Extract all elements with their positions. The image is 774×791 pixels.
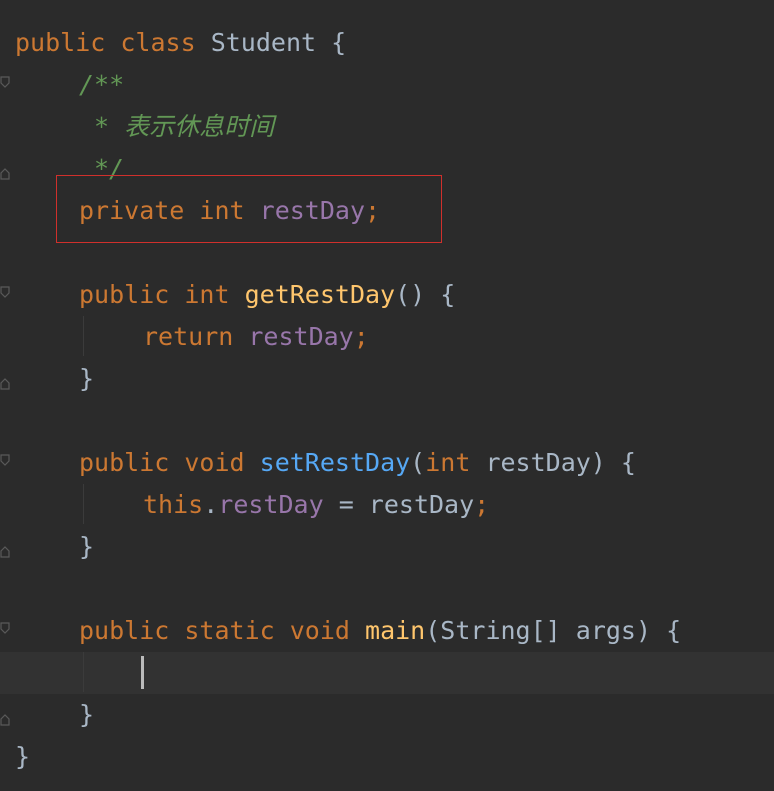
keyword: int — [425, 448, 471, 477]
code-line-class-close[interactable]: } — [15, 736, 30, 778]
keyword: int — [184, 280, 230, 309]
fold-icon[interactable] — [0, 160, 10, 180]
keyword: public — [79, 616, 170, 645]
indent-guide — [83, 484, 84, 524]
doc-comment: * 表示休息时间 — [94, 112, 275, 141]
keyword: static — [184, 616, 275, 645]
field-name: restDay — [248, 322, 354, 351]
keyword: public — [79, 280, 170, 309]
text-caret — [141, 656, 144, 689]
code-line-main-declaration[interactable]: public static void main(String[] args) { — [79, 610, 681, 652]
field-name: restDay — [218, 490, 324, 519]
keyword: void — [289, 616, 350, 645]
brace: } — [79, 700, 95, 729]
code-line-getter-close[interactable]: } — [79, 358, 94, 400]
brace: } — [15, 742, 31, 771]
paren: ( — [410, 448, 426, 477]
method-name: setRestDay — [259, 448, 411, 477]
code-editor[interactable]: public class Student { /** * 表示休息时间 */ p… — [0, 0, 774, 791]
keyword: public — [15, 28, 106, 57]
fold-icon[interactable] — [0, 622, 10, 642]
method-params: restDay) { — [485, 448, 636, 477]
annotation-highlight-box — [56, 175, 442, 243]
fold-icon[interactable] — [0, 706, 10, 726]
keyword: public — [79, 448, 170, 477]
indent-guide — [83, 316, 84, 356]
fold-icon[interactable] — [0, 286, 10, 306]
doc-comment: /** — [79, 70, 125, 99]
semicolon: ; — [474, 490, 490, 519]
keyword: return — [143, 322, 234, 351]
brace: { — [331, 28, 347, 57]
fold-icon[interactable] — [0, 370, 10, 390]
keyword: class — [120, 28, 196, 57]
indent-guide — [83, 652, 84, 692]
method-name: main — [365, 616, 426, 645]
code-line-getter-body[interactable]: return restDay; — [143, 316, 369, 358]
code-line-setter-body[interactable]: this.restDay = restDay; — [143, 484, 489, 526]
class-name: Student — [210, 28, 317, 57]
fold-icon[interactable] — [0, 454, 10, 474]
method-params: (String[] args) { — [425, 616, 682, 645]
fold-icon[interactable] — [0, 538, 10, 558]
dot: . — [203, 490, 219, 519]
fold-icon[interactable] — [0, 76, 10, 96]
code-line-getter-declaration[interactable]: public int getRestDay() { — [79, 274, 455, 316]
method-params: () { — [395, 280, 456, 309]
brace: } — [79, 532, 95, 561]
keyword: this — [143, 490, 204, 519]
code-line-class-declaration[interactable]: public class Student { — [15, 22, 346, 64]
assignment: = restDay — [323, 490, 475, 519]
code-line-setter-declaration[interactable]: public void setRestDay(int restDay) { — [79, 442, 636, 484]
semicolon: ; — [353, 322, 369, 351]
current-line-highlight — [0, 652, 774, 694]
keyword: void — [184, 448, 245, 477]
code-line-doc-open[interactable]: /** — [79, 64, 124, 106]
code-line-doc-text[interactable]: * 表示休息时间 — [94, 106, 274, 148]
code-line-main-close[interactable]: } — [79, 694, 94, 736]
code-line-setter-close[interactable]: } — [79, 526, 94, 568]
method-name: getRestDay — [244, 280, 396, 309]
brace: } — [79, 364, 95, 393]
